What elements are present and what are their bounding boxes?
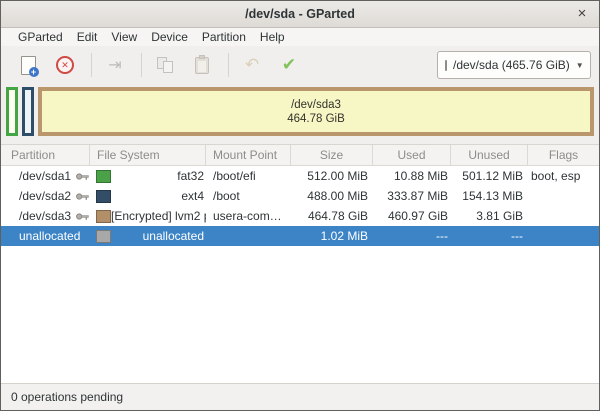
chevron-down-icon: ▼ [576, 61, 584, 70]
drive-icon [445, 60, 447, 71]
close-icon[interactable]: × [574, 6, 590, 22]
filesystem-label: fat32 [177, 169, 204, 183]
size-value: 512.00 MiB [291, 166, 373, 186]
visual-partition-name: /dev/sda3 [291, 98, 341, 112]
unused-value: --- [451, 226, 528, 246]
table-empty-area [1, 246, 599, 383]
mount-point: /boot/efi [206, 166, 291, 186]
used-value: 333.87 MiB [373, 186, 451, 206]
filesystem-color-swatch [96, 210, 111, 223]
column-header-size: Size [291, 145, 373, 165]
locked-key-icon [76, 172, 89, 181]
menu-view[interactable]: View [104, 30, 144, 44]
flags-value [528, 206, 599, 226]
locked-key-icon [76, 192, 89, 201]
delete-icon: ✕ [56, 56, 74, 74]
column-header-mountpoint: Mount Point [206, 145, 291, 165]
gparted-window: /dev/sda - GParted × GParted Edit View D… [0, 0, 600, 411]
device-selector[interactable]: /dev/sda (465.76 GiB) ▼ [437, 51, 591, 79]
filesystem-label: [Encrypted] lvm2 pv [111, 209, 206, 223]
table-row-unallocated[interactable]: unallocated unallocated 1.02 MiB --- --- [1, 226, 599, 246]
menu-partition[interactable]: Partition [195, 30, 253, 44]
menu-help[interactable]: Help [253, 30, 292, 44]
toolbar-separator [228, 53, 229, 77]
visual-partition-size: 464.78 GiB [287, 112, 345, 126]
operations-pending-text: 0 operations pending [11, 390, 123, 404]
undo-icon: ↶ [245, 55, 259, 75]
toolbar-separator [141, 53, 142, 77]
filesystem-color-swatch [96, 230, 111, 243]
column-header-used: Used [373, 145, 451, 165]
column-header-flags: Flags [528, 145, 599, 165]
copy-button[interactable] [152, 51, 178, 79]
statusbar: 0 operations pending [1, 383, 599, 410]
visual-partition-sda3[interactable]: /dev/sda3 464.78 GiB [38, 87, 594, 136]
partition-name: /dev/sda1 [19, 169, 71, 183]
filesystem-label: unallocated [143, 229, 204, 243]
used-value: 10.88 MiB [373, 166, 451, 186]
partition-visual-bar: /dev/sda3 464.78 GiB [6, 87, 594, 136]
mount-point [206, 226, 291, 246]
unused-value: 501.12 MiB [451, 166, 528, 186]
titlebar[interactable]: /dev/sda - GParted × [1, 1, 599, 28]
size-value: 1.02 MiB [291, 226, 373, 246]
size-value: 464.78 GiB [291, 206, 373, 226]
used-value: --- [373, 226, 451, 246]
size-value: 488.00 MiB [291, 186, 373, 206]
table-row-sda2[interactable]: /dev/sda2 ext4 /boot 488.00 MiB 333.87 M… [1, 186, 599, 206]
delete-partition-button[interactable]: ✕ [52, 51, 78, 79]
paste-icon [195, 57, 209, 74]
toolbar: + ✕ ⇥ ↶ ✔ /dev/sda (465.76 GiB) ▼ [1, 46, 599, 84]
window-title: /dev/sda - GParted [245, 7, 355, 21]
undo-button[interactable]: ↶ [239, 51, 265, 79]
partition-name: /dev/sda3 [19, 209, 71, 223]
apply-button[interactable]: ✔ [276, 51, 302, 79]
mount-point: /boot [206, 186, 291, 206]
menu-device[interactable]: Device [144, 30, 195, 44]
flags-value [528, 226, 599, 246]
flags-value: boot, esp [528, 166, 599, 186]
mount-point: usera-com… [206, 206, 291, 226]
used-value: 460.97 GiB [373, 206, 451, 226]
table-header: Partition File System Mount Point Size U… [1, 145, 599, 166]
copy-icon [157, 57, 173, 73]
paste-button[interactable] [189, 51, 215, 79]
locked-key-icon [76, 212, 89, 221]
menu-gparted[interactable]: GParted [11, 30, 70, 44]
partition-table: Partition File System Mount Point Size U… [1, 144, 599, 383]
menu-edit[interactable]: Edit [70, 30, 105, 44]
apply-icon: ✔ [282, 55, 296, 75]
partition-name: unallocated [19, 229, 80, 243]
column-header-filesystem: File System [90, 145, 206, 165]
flags-value [528, 186, 599, 206]
table-row-sda3[interactable]: /dev/sda3 [Encrypted] lvm2 pv usera-com…… [1, 206, 599, 226]
visual-partition-sda1[interactable] [6, 87, 18, 136]
partition-visual-area: /dev/sda3 464.78 GiB [1, 84, 599, 144]
unused-value: 3.81 GiB [451, 206, 528, 226]
new-partition-icon: + [21, 56, 36, 75]
table-row-sda1[interactable]: /dev/sda1 fat32 /boot/efi 512.00 MiB 10.… [1, 166, 599, 186]
new-partition-button[interactable]: + [15, 51, 41, 79]
column-header-partition: Partition [1, 145, 90, 165]
column-header-unused: Unused [451, 145, 528, 165]
filesystem-color-swatch [96, 190, 111, 203]
visual-partition-sda2[interactable] [22, 87, 34, 136]
filesystem-label: ext4 [181, 189, 204, 203]
partition-name: /dev/sda2 [19, 189, 71, 203]
menubar: GParted Edit View Device Partition Help [1, 28, 599, 46]
device-selector-value: /dev/sda (465.76 GiB) [453, 58, 570, 72]
unused-value: 154.13 MiB [451, 186, 528, 206]
toolbar-separator [91, 53, 92, 77]
filesystem-color-swatch [96, 170, 111, 183]
resize-move-button[interactable]: ⇥ [102, 51, 128, 79]
resize-move-icon: ⇥ [108, 55, 121, 75]
